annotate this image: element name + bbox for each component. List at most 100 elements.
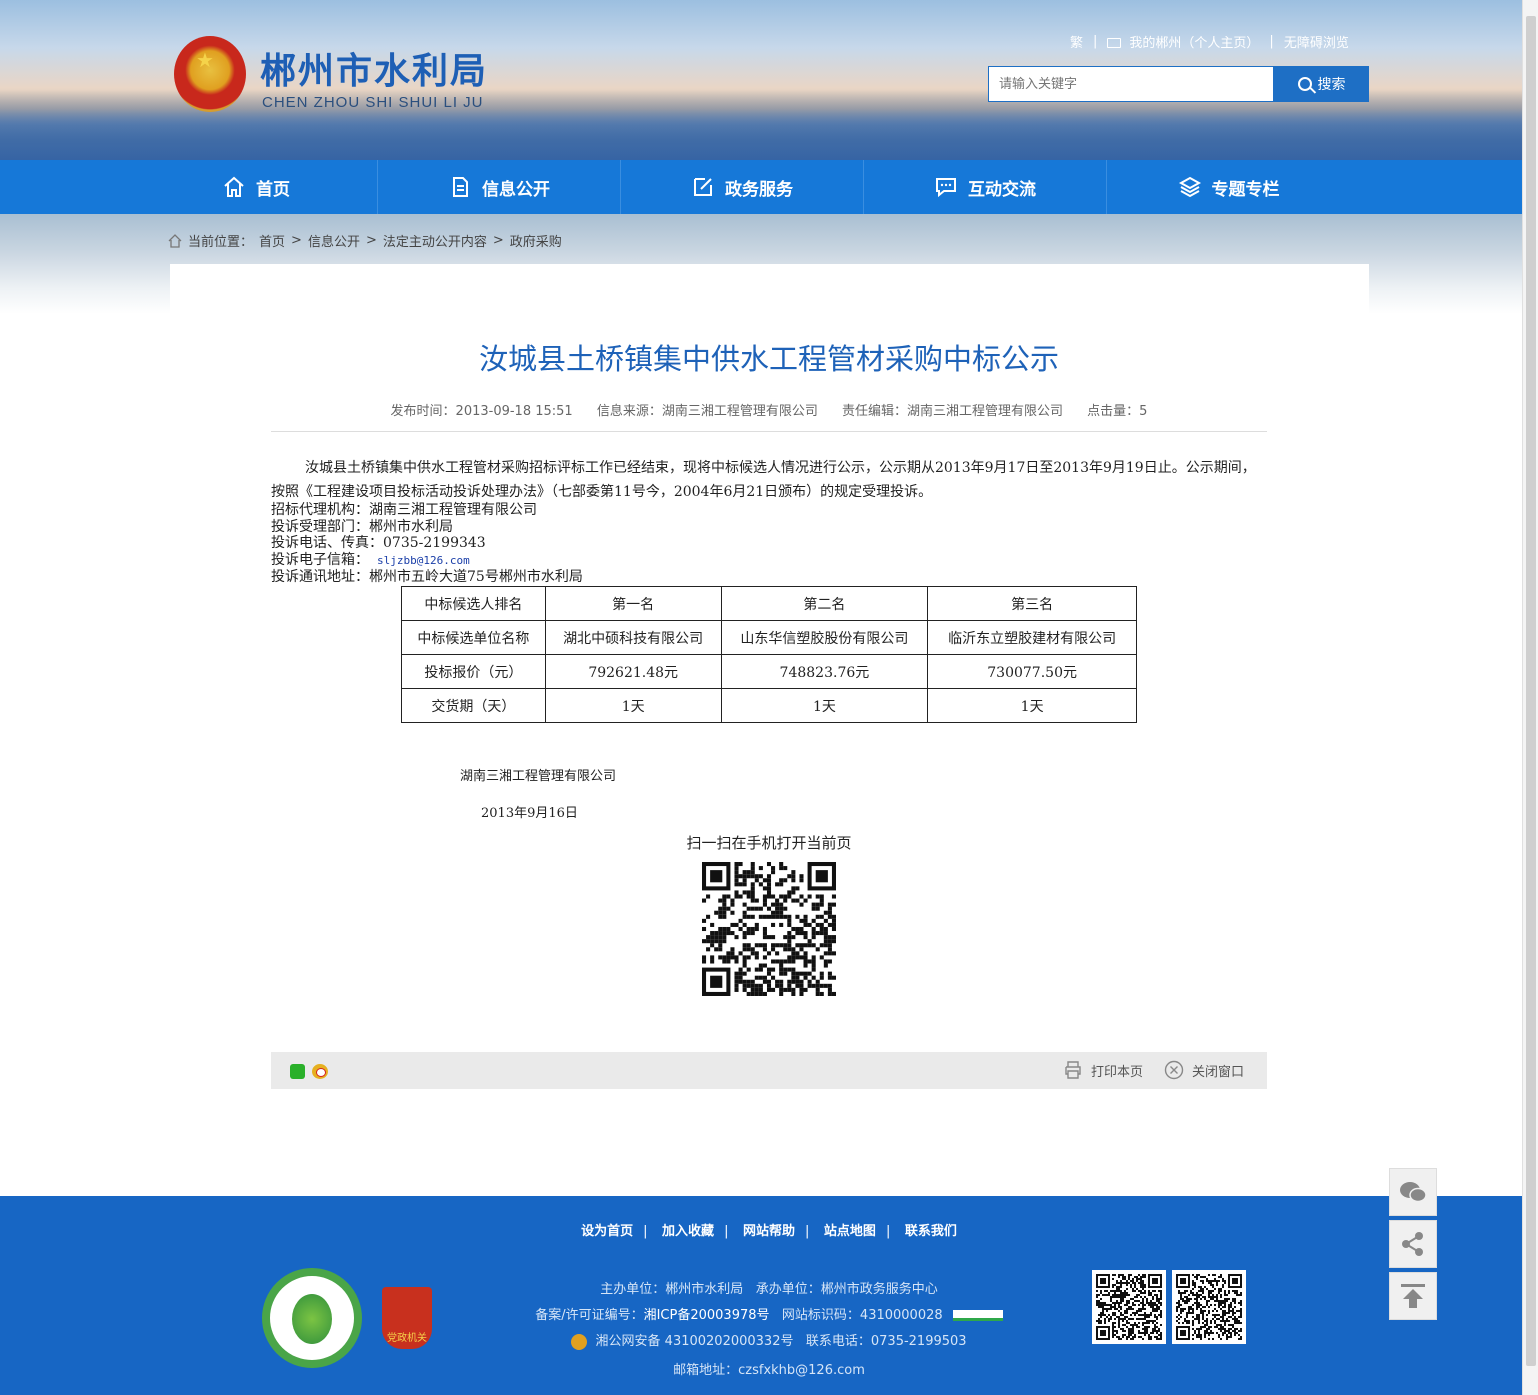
my-chenzhou-link[interactable]: 我的郴州（个人主页） xyxy=(1129,32,1259,51)
scrollbar[interactable] xyxy=(1522,0,1538,1395)
footer-police-line: 湘公网安备 43100202000332号 联系电话：0735-2199503 xyxy=(0,1330,1538,1350)
table-cell: 730077.50元 xyxy=(927,654,1137,689)
separator: | xyxy=(643,1224,648,1239)
breadcrumb-item-home[interactable]: 首页 xyxy=(259,231,285,250)
footer-link-favorite[interactable]: 加入收藏 xyxy=(662,1224,714,1239)
footer-link-help[interactable]: 网站帮助 xyxy=(743,1224,795,1239)
footer-qr-code xyxy=(1092,1270,1166,1344)
wechat-icon[interactable] xyxy=(290,1064,305,1079)
accessibility-link[interactable]: 无障碍浏览 xyxy=(1284,32,1349,51)
complaint-email-line: 投诉电子信箱： sljzbb@126.com xyxy=(271,552,583,570)
nav-item-topics[interactable]: 专题专栏 xyxy=(1107,160,1350,214)
weibo-icon[interactable] xyxy=(312,1064,328,1079)
traditional-chinese-link[interactable]: 繁 xyxy=(1070,32,1083,51)
email-label: 投诉电子信箱： xyxy=(271,551,369,568)
share-icon xyxy=(1402,1232,1423,1256)
document-icon xyxy=(453,177,468,197)
table-row: 中标候选单位名称 湖北中硕科技有限公司 山东华信塑胶股份有限公司 临沂东立塑胶建… xyxy=(401,620,1137,655)
qr-code-image xyxy=(1176,1274,1242,1340)
separator: | xyxy=(1093,34,1098,49)
footer-email-line: 邮箱地址：czsfxkhb@126.com xyxy=(0,1359,1538,1378)
site-title: 郴州市水利局 xyxy=(260,51,489,92)
footer-email: 邮箱地址：czsfxkhb@126.com xyxy=(673,1363,865,1378)
table-cell: 中标候选人排名 xyxy=(401,586,546,621)
table-cell: 第二名 xyxy=(720,586,929,621)
article-title: 汝城县土桥镇集中供水工程管材采购中标公示 xyxy=(478,342,1059,376)
scrollbar-thumb[interactable] xyxy=(1526,16,1536,1366)
publish-time: 发布时间：2013-09-18 15:51 xyxy=(390,404,573,419)
nav-item-home[interactable]: 首页 xyxy=(135,160,378,214)
table-row: 中标候选人排名 第一名 第二名 第三名 xyxy=(401,586,1137,621)
breadcrumb-separator: > xyxy=(291,233,302,248)
breadcrumb-separator: > xyxy=(365,233,377,248)
main-nav: 首页 信息公开 政务服务 互动交流 专题专栏 xyxy=(0,160,1522,214)
nav-item-label: 政务服务 xyxy=(725,179,793,200)
table-cell: 1天 xyxy=(927,688,1137,723)
nav-item-label: 信息公开 xyxy=(482,179,550,200)
monitor-icon xyxy=(1107,37,1122,48)
national-emblem-logo: ★ xyxy=(174,36,246,112)
footer-qr-code xyxy=(1172,1270,1246,1344)
site-id: 网站标识码：4310000028 xyxy=(781,1308,943,1323)
footer-link-sitemap[interactable]: 站点地图 xyxy=(824,1224,876,1239)
breadcrumb-item-info[interactable]: 信息公开 xyxy=(308,231,360,250)
nav-item-label: 首页 xyxy=(256,179,290,200)
breadcrumb-item-procurement[interactable]: 政府采购 xyxy=(510,231,562,250)
close-window-button[interactable]: 关闭窗口 xyxy=(1164,1060,1244,1080)
footer-link-contact[interactable]: 联系我们 xyxy=(905,1224,957,1239)
print-label: 打印本页 xyxy=(1091,1064,1144,1080)
table-cell: 临沂东立塑胶建材有限公司 xyxy=(927,620,1137,655)
police-record[interactable]: 湘公网安备 43100202000332号 xyxy=(596,1334,794,1349)
nav-item-services[interactable]: 政务服务 xyxy=(621,160,864,214)
breadcrumb: 当前位置： 首页 > 信息公开 > 法定主动公开内容 > 政府采购 xyxy=(168,231,562,250)
table-row: 投标报价（元） 792621.48元 748823.76元 730077.50元 xyxy=(401,654,1137,689)
table-cell: 投标报价（元） xyxy=(401,654,546,689)
side-back-to-top-button[interactable] xyxy=(1389,1272,1437,1320)
nav-item-interaction[interactable]: 互动交流 xyxy=(864,160,1107,214)
table-cell: 792621.48元 xyxy=(544,654,722,689)
cnzz-icon[interactable] xyxy=(952,1310,1003,1321)
page: ★ 郴州市水利局 CHEN ZHOU SHI SHUI LI JU 繁 | 我的… xyxy=(0,0,1538,1395)
table-cell: 第一名 xyxy=(544,586,722,621)
home-icon xyxy=(168,233,182,248)
back-to-top-icon xyxy=(1401,1284,1425,1308)
side-share-button[interactable] xyxy=(1389,1220,1437,1268)
separator: | xyxy=(1269,34,1274,49)
table-cell: 湖北中硕科技有限公司 xyxy=(544,620,722,655)
breadcrumb-item-statutory[interactable]: 法定主动公开内容 xyxy=(383,231,487,250)
table-row: 交货期（天） 1天 1天 1天 xyxy=(401,688,1137,723)
close-label: 关闭窗口 xyxy=(1192,1064,1245,1080)
qr-caption: 扫一扫在手机打开当前页 xyxy=(686,834,852,852)
print-button[interactable]: 打印本页 xyxy=(1063,1060,1143,1080)
breadcrumb-separator: > xyxy=(492,233,504,248)
info-source: 信息来源：湖南三湘工程管理有限公司 xyxy=(596,404,818,419)
search-input[interactable] xyxy=(988,66,1274,102)
signature-company: 湖南三湘工程管理有限公司 xyxy=(460,769,617,784)
complaint-dept-line: 投诉受理部门：郴州市水利局 xyxy=(271,518,453,535)
complaint-phone-line: 投诉电话、传真：0735-2199343 xyxy=(271,535,486,551)
separator: | xyxy=(805,1224,810,1239)
email-link[interactable]: sljzbb@126.com xyxy=(377,554,470,567)
qr-code-image xyxy=(1096,1274,1162,1340)
editor: 责任编辑：湖南三湘工程管理有限公司 xyxy=(842,404,1064,419)
search-button[interactable]: 搜索 xyxy=(1274,66,1369,102)
footer-icp-line: 备案/许可证编号：湘ICP备20003978号 网站标识码：4310000028 xyxy=(0,1304,1538,1323)
separator: | xyxy=(724,1224,729,1239)
page-qr-code xyxy=(702,862,836,996)
chat-icon xyxy=(936,178,956,198)
icp-label: 备案/许可证编号： xyxy=(535,1308,644,1323)
footer-link-set-home[interactable]: 设为首页 xyxy=(581,1224,633,1239)
side-wechat-button[interactable] xyxy=(1389,1168,1437,1216)
article-meta: 发布时间：2013-09-18 15:51 信息来源：湖南三湘工程管理有限公司 … xyxy=(0,400,1538,419)
table-cell: 第三名 xyxy=(927,586,1137,621)
nav-item-info[interactable]: 信息公开 xyxy=(378,160,621,214)
nav-item-label: 专题专栏 xyxy=(1211,179,1280,200)
footer-links: 设为首页 | 加入收藏 | 网站帮助 | 站点地图 | 联系我们 xyxy=(0,1220,1538,1239)
footer-phone: 联系电话：0735-2199503 xyxy=(805,1334,967,1349)
search-button-label: 搜索 xyxy=(1317,77,1346,93)
table-cell: 中标候选单位名称 xyxy=(401,620,546,655)
icp-link[interactable]: 湘ICP备20003978号 xyxy=(644,1308,770,1323)
edit-icon xyxy=(694,178,712,196)
search-bar: 搜索 xyxy=(988,66,1369,102)
table-cell: 山东华信塑胶股份有限公司 xyxy=(720,620,929,655)
